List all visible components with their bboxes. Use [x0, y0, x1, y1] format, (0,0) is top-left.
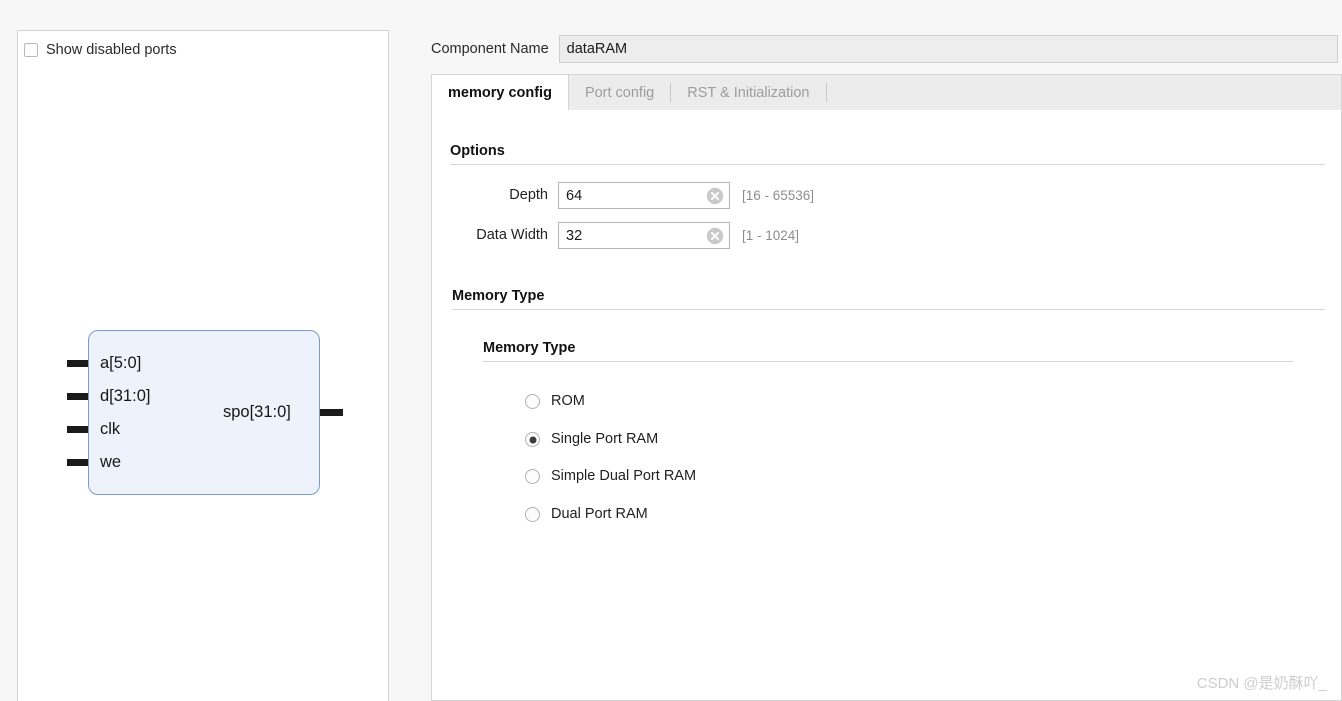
memory-type-group-rule — [483, 361, 1293, 362]
radio-simple-dual-port-ram[interactable]: Simple Dual Port RAM — [525, 469, 696, 484]
port-label-a: a[5:0] — [100, 354, 142, 372]
memory-type-section-rule — [452, 309, 1325, 310]
port-stub-output-0 — [320, 409, 343, 416]
component-preview-panel: Show disabled ports a[5:0] d[31:0] clk w… — [17, 30, 389, 701]
port-label-clk: clk — [100, 420, 121, 438]
depth-input[interactable]: 64 — [558, 182, 730, 209]
tab-separator-2 — [825, 83, 827, 102]
radio-indicator-dual-port-ram[interactable] — [525, 507, 540, 522]
depth-label: Depth — [509, 187, 548, 204]
memory-config-panel: Options Depth 64 [16 - 65536] Data Width… — [431, 110, 1342, 701]
watermark: CSDN @是奶酥吖_ — [1196, 675, 1327, 692]
clear-icon[interactable] — [706, 227, 724, 245]
component-block-diagram: a[5:0] d[31:0] clk we spo[31:0] — [18, 31, 390, 701]
tab-rst-initialization[interactable]: RST & Initialization — [671, 75, 825, 110]
port-label-spo: spo[31:0] — [223, 403, 291, 421]
tab-port-config[interactable]: Port config — [569, 75, 670, 110]
radio-rom[interactable]: ROM — [525, 394, 585, 409]
component-name-label: Component Name — [431, 40, 549, 57]
config-pane: Component Name dataRAM memory config Por… — [411, 0, 1342, 701]
port-label-d: d[31:0] — [100, 387, 151, 405]
data-width-range-hint: [1 - 1024] — [742, 227, 800, 243]
radio-label-dual-port-ram: Dual Port RAM — [551, 506, 648, 523]
config-dialog: Show disabled ports a[5:0] d[31:0] clk w… — [0, 0, 1342, 701]
radio-label-single-port-ram: Single Port RAM — [551, 431, 659, 448]
tab-memory-config[interactable]: memory config — [431, 75, 569, 110]
radio-single-port-ram[interactable]: Single Port RAM — [525, 432, 658, 447]
port-label-we: we — [100, 453, 122, 471]
port-stub-input-3 — [67, 459, 90, 466]
options-section-rule — [450, 164, 1325, 165]
radio-indicator-single-port-ram[interactable] — [525, 432, 540, 447]
data-width-input[interactable]: 32 — [558, 222, 730, 249]
radio-indicator-rom[interactable] — [525, 394, 540, 409]
radio-dual-port-ram[interactable]: Dual Port RAM — [525, 507, 648, 522]
data-width-field-row: Data Width 32 [1 - 1024] — [450, 222, 799, 249]
memory-type-group-title: Memory Type — [483, 340, 576, 356]
component-name-row: Component Name dataRAM — [431, 35, 1338, 63]
radio-label-simple-dual-port-ram: Simple Dual Port RAM — [551, 468, 697, 485]
port-stub-input-1 — [67, 393, 90, 400]
tab-strip: memory config Port config RST & Initiali… — [431, 74, 1342, 110]
radio-label-rom: ROM — [551, 393, 585, 410]
port-stub-input-2 — [67, 426, 90, 433]
clear-icon[interactable] — [706, 187, 724, 205]
depth-field-row: Depth 64 [16 - 65536] — [450, 182, 814, 209]
radio-indicator-simple-dual-port-ram[interactable] — [525, 469, 540, 484]
memory-type-section-title: Memory Type — [452, 288, 545, 304]
port-stub-input-0 — [67, 360, 90, 367]
data-width-label: Data Width — [476, 227, 548, 244]
options-section-title: Options — [450, 143, 505, 159]
component-name-input[interactable]: dataRAM — [558, 35, 1338, 63]
depth-range-hint: [16 - 65536] — [742, 187, 815, 203]
